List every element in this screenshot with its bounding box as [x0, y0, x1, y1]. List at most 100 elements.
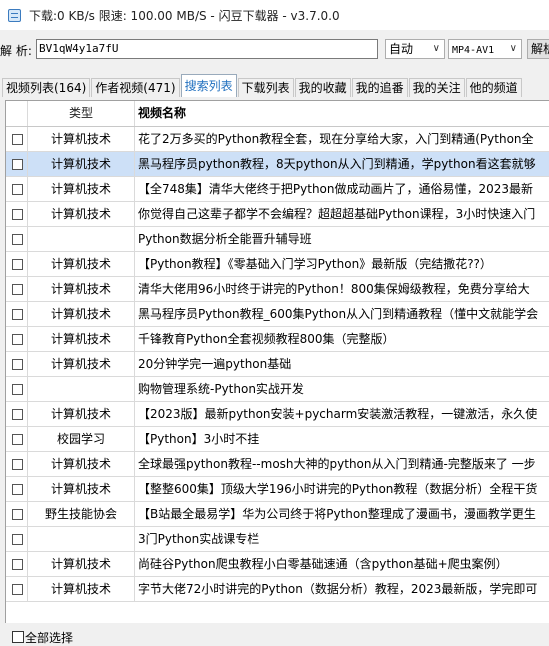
quality-select[interactable]: 自动 ∨: [385, 39, 445, 59]
table-row[interactable]: 计算机技术 【2023版】最新python安装+pycharm安装激活教程，一键激…: [6, 402, 549, 427]
row-video-name: 3门Python实战课专栏: [138, 532, 260, 546]
table-row[interactable]: 计算机技术 字节大佬72小时讲完的Python（数据分析）教程，2023最新版，学…: [6, 577, 549, 602]
row-checkbox[interactable]: [12, 159, 23, 170]
row-checkbox-cell: [6, 252, 28, 276]
chevron-down-icon: ∨: [509, 43, 517, 54]
tab-his-channel[interactable]: 他的频道: [465, 78, 522, 97]
tab-my-favorites[interactable]: 我的收藏: [294, 78, 351, 97]
row-type: 计算机技术: [28, 252, 135, 276]
column-header-type[interactable]: 类型: [28, 101, 135, 126]
tab-my-bangumi[interactable]: 我的追番: [351, 78, 408, 97]
format-select[interactable]: MP4-AV1 ∨: [448, 39, 522, 59]
row-video-name: 花了2万多买的Python教程全套，现在分享给大家，入门到精通(Python全: [138, 132, 534, 146]
row-checkbox[interactable]: [12, 259, 23, 270]
row-checkbox-cell: [6, 302, 28, 326]
table-row[interactable]: 计算机技术 20分钟学完一遍python基础: [6, 352, 549, 377]
row-type: 计算机技术: [28, 452, 135, 476]
table-row[interactable]: 校园学习 【Python】3小时不挂: [6, 427, 549, 452]
row-checkbox[interactable]: [12, 184, 23, 195]
quality-select-value: 自动: [389, 42, 414, 56]
row-checkbox[interactable]: [12, 584, 23, 595]
row-video-name: 千锋教育Python全套视频教程800集（完整版）: [138, 332, 395, 346]
row-checkbox-cell: [6, 477, 28, 501]
bv-input[interactable]: BV1qW4y1a7fU: [36, 39, 378, 59]
table-row[interactable]: 计算机技术 【整整600集】顶级大学196小时讲完的Python教程（数据分析）全…: [6, 477, 549, 502]
table-row[interactable]: 计算机技术 黑马程序员Python教程_600集Python从入门到精通教程（懂中…: [6, 302, 549, 327]
row-checkbox[interactable]: [12, 559, 23, 570]
row-video-name: 【全748集】清华大佬终于把Python做成动画片了，通俗易懂，2023最新: [138, 182, 534, 196]
table-row[interactable]: 计算机技术 黑马程序员python教程，8天python从入门到精通，学pytho…: [6, 152, 549, 177]
table-row[interactable]: 计算机技术 【Python教程】《零基础入门学习Python》最新版（完结撒花??…: [6, 252, 549, 277]
table-row[interactable]: 3门Python实战课专栏: [6, 527, 549, 552]
row-checkbox[interactable]: [12, 384, 23, 395]
tab-author-videos[interactable]: 作者视频(471): [91, 78, 180, 97]
row-checkbox[interactable]: [12, 484, 23, 495]
table-row[interactable]: 计算机技术 尚硅谷Python爬虫教程小白零基础速通（含python基础+爬虫案例…: [6, 552, 549, 577]
row-type: [28, 527, 135, 551]
row-checkbox-cell: [6, 452, 28, 476]
row-checkbox[interactable]: [12, 334, 23, 345]
row-video-name: 【2023版】最新python安装+pycharm安装激活教程，一键激活，永久使: [138, 407, 538, 421]
table-row[interactable]: 计算机技术 全球最强python教程--mosh大神的python从入门到精通-完…: [6, 452, 549, 477]
row-checkbox[interactable]: [12, 309, 23, 320]
row-checkbox-cell: [6, 177, 28, 201]
header-checkbox-cell: [6, 101, 28, 126]
row-checkbox[interactable]: [12, 534, 23, 545]
row-checkbox-cell: [6, 277, 28, 301]
row-checkbox[interactable]: [12, 234, 23, 245]
row-type: 计算机技术: [28, 577, 135, 601]
row-video-name: 【Python】3小时不挂: [138, 432, 260, 446]
table-row[interactable]: Python数据分析全能晋升辅导班: [6, 227, 549, 252]
table-row[interactable]: 野生技能协会 【B站最全最易学】华为公司终于将Python整理成了漫画书，漫画教学…: [6, 502, 549, 527]
row-checkbox[interactable]: [12, 209, 23, 220]
row-checkbox-cell: [6, 377, 28, 401]
row-video-name: 【Python教程】《零基础入门学习Python》最新版（完结撒花??）: [138, 257, 492, 271]
row-checkbox[interactable]: [12, 459, 23, 470]
tab-video-list[interactable]: 视频列表(164): [2, 78, 91, 97]
row-type: 计算机技术: [28, 302, 135, 326]
row-checkbox[interactable]: [12, 509, 23, 520]
row-checkbox[interactable]: [12, 284, 23, 295]
row-type: 野生技能协会: [28, 502, 135, 526]
table-row[interactable]: 计算机技术 【全748集】清华大佬终于把Python做成动画片了，通俗易懂，202…: [6, 177, 549, 202]
select-all-checkbox[interactable]: [12, 631, 24, 643]
footer: 全部选择: [0, 626, 549, 646]
row-checkbox-cell: [6, 527, 28, 551]
table-row[interactable]: 计算机技术 花了2万多买的Python教程全套，现在分享给大家，入门到精通(Pyt…: [6, 127, 549, 152]
row-checkbox-cell: [6, 127, 28, 151]
row-video-name: 尚硅谷Python爬虫教程小白零基础速通（含python基础+爬虫案例）: [138, 557, 508, 571]
row-checkbox[interactable]: [12, 409, 23, 420]
row-type: 计算机技术: [28, 552, 135, 576]
row-checkbox[interactable]: [12, 434, 23, 445]
row-video-name: 购物管理系统-Python实战开发: [138, 382, 304, 396]
row-checkbox-cell: [6, 202, 28, 226]
parse-label: 解 析:: [0, 44, 32, 58]
row-checkbox-cell: [6, 427, 28, 451]
row-checkbox-cell: [6, 327, 28, 351]
tab-search-list[interactable]: 搜索列表: [180, 74, 237, 97]
row-video-name: 清华大佬用96小时终于讲完的Python！800集保姆级教程，免费分享给大: [138, 282, 530, 296]
row-type: [28, 377, 135, 401]
tab-my-following[interactable]: 我的关注: [408, 78, 465, 97]
row-video-name: 黑马程序员python教程，8天python从入门到精通，学python看这套就…: [138, 157, 536, 171]
row-type: 计算机技术: [28, 477, 135, 501]
parse-button[interactable]: 解析: [527, 39, 549, 59]
table-row[interactable]: 计算机技术 千锋教育Python全套视频教程800集（完整版）: [6, 327, 549, 352]
tab-download-list[interactable]: 下载列表: [237, 78, 294, 97]
table-row[interactable]: 计算机技术 清华大佬用96小时终于讲完的Python！800集保姆级教程，免费分享…: [6, 277, 549, 302]
row-video-name: 你觉得自己这辈子都学不会编程？超超超基础Python课程，3小时快速入门: [138, 207, 536, 221]
select-all-label[interactable]: 全部选择: [25, 629, 73, 646]
row-type: [28, 227, 135, 251]
search-results-table: 类型 视频名称 计算机技术 花了2万多买的Python教程全套，现在分享给大家，入…: [5, 100, 549, 623]
row-checkbox[interactable]: [12, 359, 23, 370]
row-video-name: 字节大佬72小时讲完的Python（数据分析）教程，2023最新版，学完即可: [138, 582, 538, 596]
table-row[interactable]: 购物管理系统-Python实战开发: [6, 377, 549, 402]
table-row[interactable]: 计算机技术 你觉得自己这辈子都学不会编程？超超超基础Python课程，3小时快速入…: [6, 202, 549, 227]
table-header: 类型 视频名称: [6, 101, 549, 127]
row-checkbox[interactable]: [12, 134, 23, 145]
row-video-name: 全球最强python教程--mosh大神的python从入门到精通-完整版来了 …: [138, 457, 536, 471]
column-header-name[interactable]: 视频名称: [135, 101, 549, 126]
row-video-name: 【整整600集】顶级大学196小时讲完的Python教程（数据分析）全程干货: [138, 482, 538, 496]
window-title: 下载:0 KB/s 限速: 100.00 MB/S - 闪豆下载器 - v3.7…: [29, 8, 340, 23]
row-type: 计算机技术: [28, 152, 135, 176]
